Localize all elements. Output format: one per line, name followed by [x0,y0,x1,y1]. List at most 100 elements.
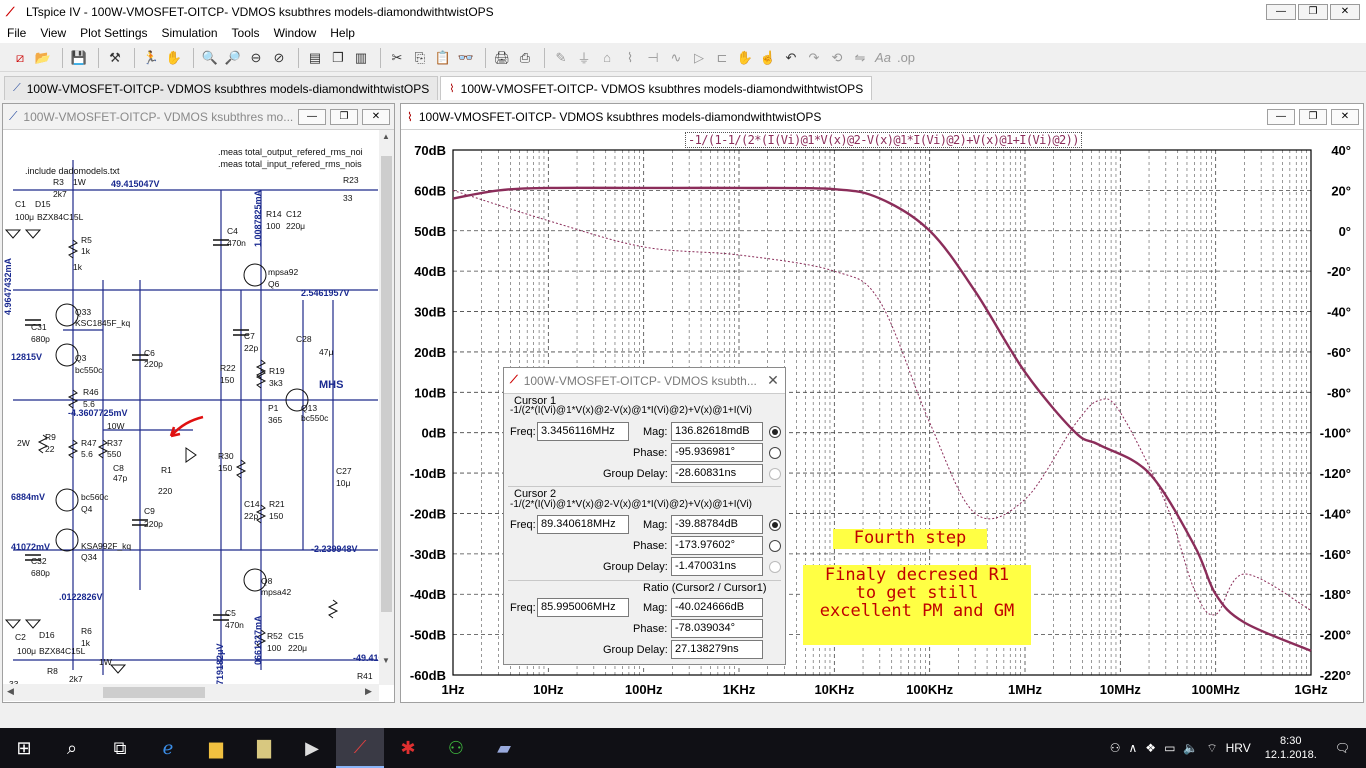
clock[interactable]: 8:30 12.1.2018. [1265,734,1317,762]
close-button[interactable]: ✕ [1330,3,1360,20]
plot-minimize-button[interactable]: — [1267,108,1295,125]
file-explorer-icon[interactable]: ▆ [192,728,240,768]
trace-label[interactable]: -1/(1-1/(2*(I(Vi)@1*V(x)@2-V(x)@1*I(Vi)@… [685,132,1082,148]
tab-schematic[interactable]: ⟋ 100W-VMOSFET-OITCP- VDMOS ksubthres mo… [4,76,439,100]
show-hidden-icons-icon[interactable]: ∧ [1129,741,1138,755]
ratio-group-delay-field[interactable]: 27.138279ns [671,640,763,659]
schematic-restore-button[interactable]: ❐ [330,108,358,125]
rotate-icon[interactable]: ⟲ [827,48,847,68]
edge-browser-icon[interactable]: ℯ [144,728,192,768]
drag-icon[interactable]: ☝ [758,48,778,68]
text-icon[interactable]: Aa [873,48,893,68]
language-indicator[interactable]: HRV [1226,741,1251,755]
cut-icon[interactable]: ✂ [387,48,407,68]
menu-plot-settings[interactable]: Plot Settings [73,26,154,40]
menu-help[interactable]: Help [323,26,362,40]
battery-icon[interactable]: ▭ [1164,741,1175,755]
control-panel-icon[interactable]: ⚒ [105,48,125,68]
print-icon[interactable]: ⎙ [515,48,535,68]
zoom-out-icon[interactable]: ⊖ [246,48,266,68]
open-icon[interactable]: 📂 [33,48,53,68]
network-icon[interactable]: ⌔ [1206,741,1217,756]
tile-horizontal-icon[interactable]: ▤ [305,48,325,68]
cursor2-mag-radio[interactable] [769,519,781,531]
ratio-freq-field[interactable]: 85.995006MHz [537,598,629,617]
scroll-right-icon[interactable]: ▶ [365,686,372,697]
cursor2-freq-field[interactable]: 89.340618MHz [537,515,629,534]
cursor1-mag-radio[interactable] [769,426,781,438]
menu-window[interactable]: Window [267,26,324,40]
label-net-icon[interactable]: ⌂ [597,48,617,68]
plot-close-button[interactable]: ✕ [1331,108,1359,125]
tab-waveform[interactable]: ⌇ 100W-VMOSFET-OITCP- VDMOS ksubthres mo… [440,76,873,100]
scroll-down-icon[interactable]: ▼ [382,656,390,665]
component-icon[interactable]: ⊏ [712,48,732,68]
ltspice-taskbar-icon[interactable]: ⟋ [336,728,384,768]
schematic-horizontal-scrollbar[interactable]: ◀ ▶ [3,684,379,701]
move-icon[interactable]: ✋ [735,48,755,68]
folder-app-icon[interactable]: ▇ [240,728,288,768]
cursor-dialog-close-icon[interactable]: ✕ [761,372,785,389]
dropbox-icon[interactable]: ❖ [1145,741,1156,755]
schematic-canvas[interactable]: .include dadomodels.txt .meas total_outpu… [3,130,394,685]
schematic-vscroll-thumb[interactable] [381,156,392,612]
cursor1-mag-field[interactable]: 136.82618mdB [671,422,763,441]
cursor2-phase-field[interactable]: -173.97602° [671,536,763,555]
start-windows-icon[interactable]: ⊞ [0,728,48,768]
schematic-vertical-scrollbar[interactable]: ▲ ▼ [379,130,394,685]
draw-wire-icon[interactable]: ✎ [551,48,571,68]
cursor1-group-delay-radio[interactable] [769,468,781,480]
resistor-icon[interactable]: ⌇ [620,48,640,68]
new-schematic-icon[interactable]: ⧄ [10,48,30,68]
schematic-hscroll-thumb[interactable] [103,687,205,698]
cascade-icon[interactable]: ❐ [328,48,348,68]
scroll-up-icon[interactable]: ▲ [382,132,390,141]
undo-icon[interactable]: ↶ [781,48,801,68]
cursor1-freq-field[interactable]: 3.3456116MHz [537,422,629,441]
cursor1-phase-field[interactable]: -95.936981° [671,443,763,462]
notepad-app-icon[interactable]: ▰ [480,728,528,768]
find-icon[interactable]: 👓 [456,48,476,68]
media-app-icon[interactable]: ▶ [288,728,336,768]
cursor1-phase-radio[interactable] [769,447,781,459]
inductor-icon[interactable]: ∿ [666,48,686,68]
cursor2-mag-field[interactable]: -39.88784dB [671,515,763,534]
restore-button[interactable]: ❐ [1298,3,1328,20]
tile-vertical-icon[interactable]: ▥ [351,48,371,68]
capacitor-icon[interactable]: ⊣ [643,48,663,68]
network-app-icon[interactable]: ⚇ [432,728,480,768]
cursor2-group-delay-field[interactable]: -1.470031ns [671,557,763,576]
menu-view[interactable]: View [33,26,73,40]
diode-icon[interactable]: ▷ [689,48,709,68]
puzzle-app-icon[interactable]: ✱ [384,728,432,768]
zoom-in-icon[interactable]: 🔍 [200,48,220,68]
ground-icon[interactable]: ⏚ [574,48,594,68]
plot-restore-button[interactable]: ❐ [1299,108,1327,125]
redo-icon[interactable]: ↷ [804,48,824,68]
schematic-close-button[interactable]: ✕ [362,108,390,125]
mirror-icon[interactable]: ⇋ [850,48,870,68]
people-icon[interactable]: ⚇ [1110,741,1121,755]
print-setup-icon[interactable]: 🖨 [492,48,512,68]
task-view-icon[interactable]: ⧉ [96,728,144,768]
menu-simulation[interactable]: Simulation [155,26,225,40]
cursor1-group-delay-field[interactable]: -28.60831ns [671,464,763,483]
search-icon[interactable]: ⌕ [48,728,96,768]
run-icon[interactable]: 🏃 [141,48,161,68]
scroll-left-icon[interactable]: ◀ [7,686,14,697]
volume-icon[interactable]: 🔈 [1183,741,1198,755]
menu-tools[interactable]: Tools [225,26,267,40]
ratio-phase-field[interactable]: -78.039034° [671,619,763,638]
halt-icon[interactable]: ✋ [164,48,184,68]
spice-directive-icon[interactable]: .op [896,48,916,68]
minimize-button[interactable]: — [1266,3,1296,20]
paste-icon[interactable]: 📋 [433,48,453,68]
ratio-mag-field[interactable]: -40.024666dB [671,598,763,617]
cursor2-group-delay-radio[interactable] [769,561,781,573]
save-icon[interactable]: 💾 [69,48,89,68]
cursor2-phase-radio[interactable] [769,540,781,552]
zoom-pan-icon[interactable]: 🔎 [223,48,243,68]
notifications-icon[interactable]: 🗨 [1335,741,1350,755]
zoom-fit-icon[interactable]: ⊘ [269,48,289,68]
menu-file[interactable]: File [0,26,33,40]
